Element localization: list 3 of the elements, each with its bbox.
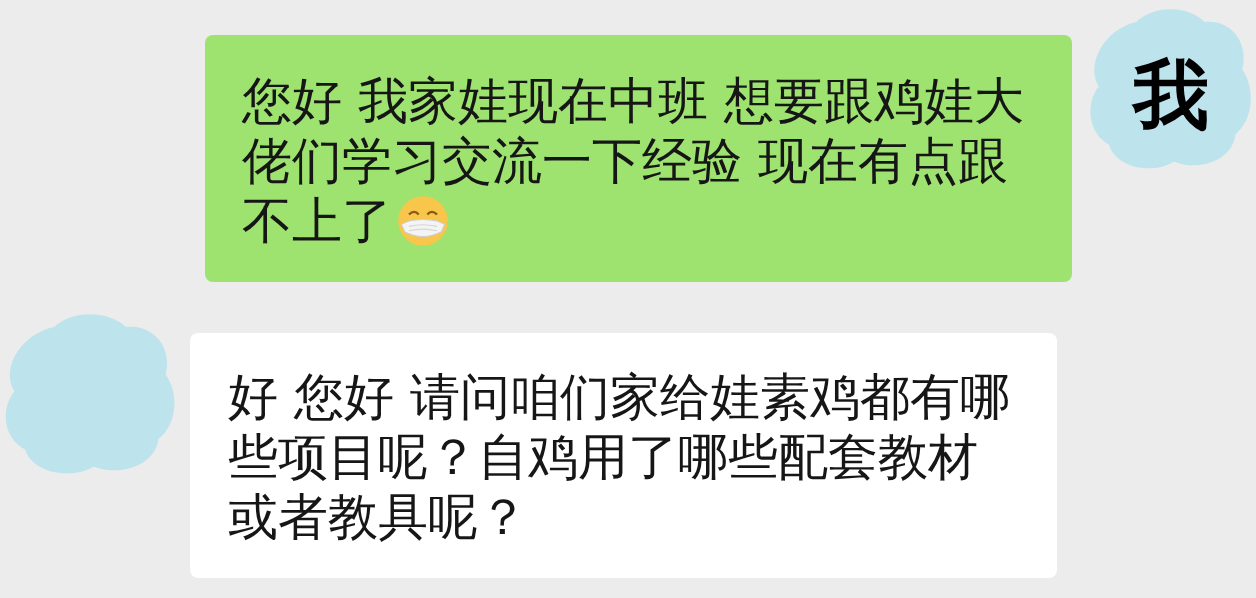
message-text: 您好 我家娃现在中班 想要跟鸡娃大佬们学习交流一下经验 现在有点跟不上了 — [242, 71, 1025, 251]
message-text: 好 您好 请问咱们家给娃素鸡都有哪些项目呢？自鸡用了哪些配套教材或者教具呢？ — [228, 367, 1011, 547]
avatar-label: 我 — [1132, 50, 1209, 140]
